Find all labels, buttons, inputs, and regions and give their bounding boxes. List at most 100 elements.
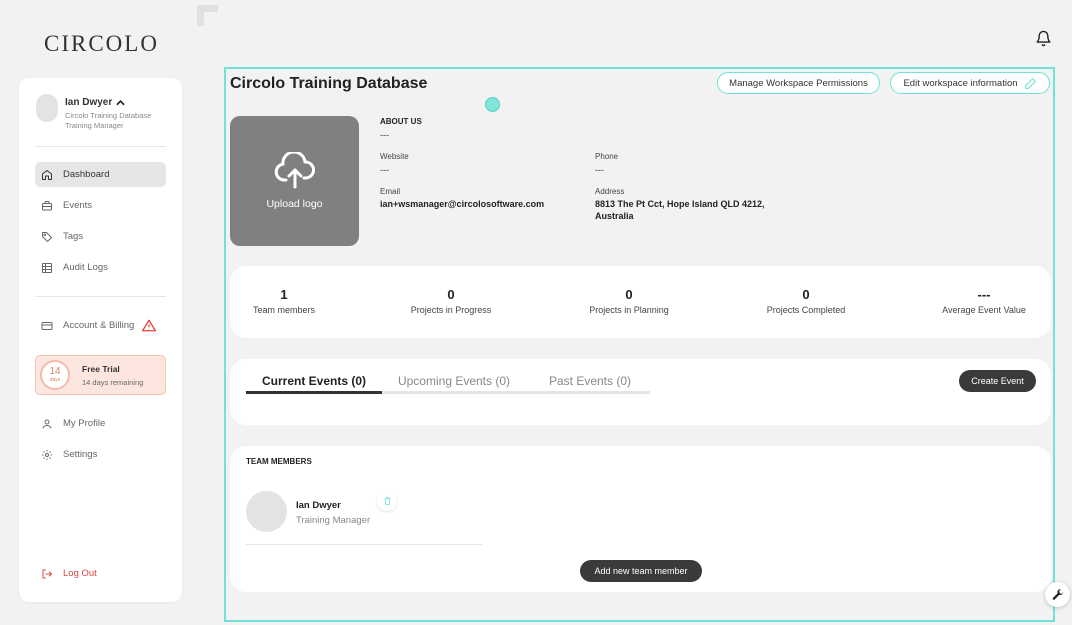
stat-label: Projects Completed [766, 305, 846, 315]
table-icon [42, 262, 52, 273]
sidebar-item-label: My Profile [63, 418, 106, 429]
free-trial-card[interactable]: 14 days Free Trial 14 days remaining [35, 355, 166, 395]
tab-label: Past Events (0) [548, 374, 632, 388]
trial-days-unit: days [49, 377, 61, 383]
create-event-label: Create Event [971, 376, 1024, 386]
tag-icon [42, 231, 52, 242]
sidebar-item-tags[interactable]: Tags [35, 224, 166, 249]
address-line-1: 8813 The Pt Cct, Hope Island QLD 4212, [595, 199, 765, 209]
workspace-panel: Circolo Training Database Manage Workspa… [224, 67, 1055, 622]
trial-days-count: 14 [49, 366, 61, 377]
user-avatar[interactable] [36, 94, 58, 122]
address-label: Address [595, 187, 625, 196]
email-value: ian+wsmanager@circolosoftware.com [380, 199, 545, 209]
phone-label: Phone [595, 152, 619, 161]
stat-average-event-value: --- Average Event Value [924, 287, 1044, 315]
member-name: Ian Dwyer [296, 500, 341, 511]
sidebar-item-label: Settings [63, 449, 98, 460]
website-value: --- [380, 165, 389, 175]
manage-permissions-button[interactable]: Manage Workspace Permissions [717, 72, 880, 94]
sidebar-item-events[interactable]: Events [35, 193, 166, 218]
logout-icon [42, 569, 52, 578]
trial-title: Free Trial [82, 364, 120, 374]
stat-projects-completed: 0 Projects Completed [746, 287, 866, 315]
sidebar-item-dashboard[interactable]: Dashboard [35, 162, 166, 187]
manage-permissions-label: Manage Workspace Permissions [729, 77, 868, 89]
sidebar: Ian Dwyer Circolo Training Database Trai… [19, 78, 182, 602]
divider [35, 146, 166, 147]
cloud-upload-icon [274, 152, 315, 189]
member-divider [246, 544, 482, 545]
sidebar-item-label: Tags [63, 231, 84, 242]
sidebar-item-label: Dashboard [63, 169, 110, 180]
tab-current-events[interactable]: Current Events (0) [246, 374, 382, 388]
briefcase-icon [42, 200, 52, 210]
delete-member-button[interactable] [377, 491, 397, 511]
user-role: Training Manager [65, 121, 124, 130]
decorative-square-icon [197, 5, 218, 26]
floating-tools-button[interactable] [1045, 582, 1070, 607]
stat-value: 0 [625, 287, 633, 302]
add-team-member-label: Add new team member [594, 566, 688, 576]
upload-logo-label: Upload logo [266, 198, 323, 210]
logout-button[interactable]: Log Out [35, 561, 166, 586]
stat-label: Projects in Planning [589, 305, 669, 315]
warning-icon [142, 319, 157, 332]
sidebar-item-settings[interactable]: Settings [35, 442, 166, 467]
create-event-button[interactable]: Create Event [959, 370, 1036, 392]
user-name: Ian Dwyer [65, 97, 113, 108]
email-label: Email [380, 187, 401, 196]
stat-value: --- [977, 287, 991, 302]
tab-label: Upcoming Events (0) [397, 374, 511, 388]
sidebar-item-label: Events [63, 200, 93, 211]
stat-team-members: 1 Team members [224, 287, 344, 315]
sidebar-item-my-profile[interactable]: My Profile [35, 411, 166, 436]
cursor-indicator [485, 97, 500, 112]
credit-card-icon [41, 321, 53, 330]
page-title: Circolo Training Database [230, 75, 428, 92]
sidebar-item-account-billing[interactable]: Account & Billing [35, 313, 170, 338]
logout-label: Log Out [63, 568, 97, 579]
about-label: ABOUT US [380, 117, 422, 126]
events-card: Current Events (0) Upcoming Events (0) P… [230, 359, 1051, 425]
tab-upcoming-events[interactable]: Upcoming Events (0) [386, 374, 522, 388]
stats-card: 1 Team members 0 Projects in Progress 0 … [230, 266, 1051, 338]
add-team-member-button[interactable]: Add new team member [580, 560, 702, 582]
upload-logo-button[interactable]: Upload logo [230, 116, 359, 246]
address-line-2: Australia [595, 211, 634, 221]
user-menu-toggle[interactable]: Ian Dwyer [65, 97, 125, 108]
team-members-card: TEAM MEMBERS Ian Dwyer Training Manager … [230, 446, 1051, 592]
member-role: Training Manager [296, 515, 371, 526]
stat-value: 1 [280, 287, 288, 302]
divider [35, 296, 166, 297]
stat-value: 0 [447, 287, 455, 302]
stat-label: Team members [252, 305, 315, 315]
tab-past-events[interactable]: Past Events (0) [522, 374, 658, 388]
trial-subtitle: 14 days remaining [82, 378, 144, 387]
wrench-icon [1052, 588, 1063, 600]
stat-projects-in-planning: 0 Projects in Planning [569, 287, 689, 315]
user-org: Circolo Training Database [65, 111, 152, 120]
sidebar-item-audit-logs[interactable]: Audit Logs [35, 255, 166, 280]
sidebar-item-label: Audit Logs [63, 262, 108, 273]
sidebar-item-label: Account & Billing [63, 320, 135, 331]
website-label: Website [380, 152, 409, 161]
tab-label: Current Events (0) [261, 374, 367, 388]
trash-icon [384, 497, 390, 505]
pencil-icon [1024, 77, 1036, 89]
gear-icon [42, 449, 52, 460]
phone-value: --- [595, 165, 604, 175]
stat-value: 0 [802, 287, 810, 302]
stat-projects-in-progress: 0 Projects in Progress [391, 287, 511, 315]
tab-active-indicator [246, 391, 382, 394]
stat-label: Average Event Value [942, 305, 1026, 315]
edit-workspace-label: Edit workspace information [903, 77, 1018, 89]
home-icon [42, 169, 52, 180]
app-logo: CIRCOLO [44, 31, 159, 56]
edit-workspace-button[interactable]: Edit workspace information [890, 72, 1050, 94]
bell-icon[interactable] [1035, 30, 1052, 47]
user-icon [42, 419, 52, 429]
stat-label: Projects in Progress [410, 305, 492, 315]
trial-days-ring: 14 days [40, 360, 70, 390]
member-avatar [246, 491, 287, 532]
